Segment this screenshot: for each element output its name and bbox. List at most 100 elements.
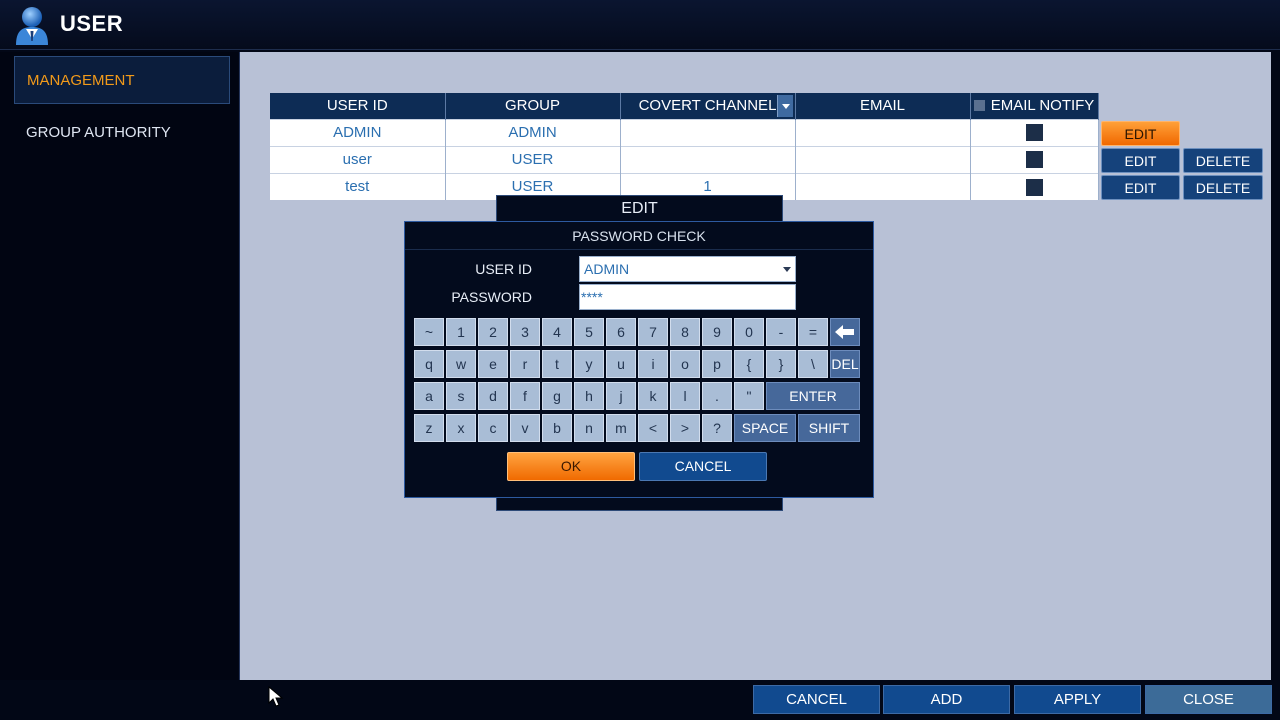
cell-email-notify [970, 118, 1099, 146]
key[interactable]: . [702, 382, 732, 410]
table-row[interactable]: ADMIN ADMIN [270, 118, 1099, 146]
column-header-covert-channel: COVERT CHANNEL [620, 93, 796, 119]
key[interactable]: o [670, 350, 700, 378]
key[interactable]: s [446, 382, 476, 410]
space-key[interactable]: SPACE [734, 414, 796, 442]
key[interactable]: y [574, 350, 604, 378]
key[interactable]: a [414, 382, 444, 410]
email-notify-checkbox[interactable] [1025, 151, 1043, 169]
key[interactable]: m [606, 414, 636, 442]
key[interactable]: ? [702, 414, 732, 442]
enter-key[interactable]: ENTER [766, 382, 860, 410]
key[interactable]: i [638, 350, 668, 378]
key[interactable]: f [510, 382, 540, 410]
edit-button-admin[interactable]: EDIT [1101, 121, 1180, 146]
cell-user-id: user [270, 145, 446, 173]
password-label: PASSWORD [451, 289, 532, 305]
cell-covert-channel [620, 118, 796, 146]
backspace-arrow-icon [835, 325, 854, 339]
key[interactable]: > [670, 414, 700, 442]
key[interactable]: " [734, 382, 764, 410]
del-key[interactable]: DEL [830, 350, 860, 378]
key[interactable]: l [670, 382, 700, 410]
key[interactable]: b [542, 414, 572, 442]
cell-email [795, 145, 971, 173]
backspace-key[interactable] [830, 318, 860, 346]
sidebar: MANAGEMENT GROUP AUTHORITY [0, 52, 238, 680]
cell-user-id: ADMIN [270, 118, 446, 146]
key[interactable]: { [734, 350, 764, 378]
key[interactable]: p [702, 350, 732, 378]
key[interactable]: u [606, 350, 636, 378]
edit-button-test[interactable]: EDIT [1101, 175, 1180, 200]
key[interactable]: < [638, 414, 668, 442]
email-notify-checkbox[interactable] [1025, 178, 1043, 196]
key[interactable]: \ [798, 350, 828, 378]
key[interactable]: 1 [446, 318, 476, 346]
key[interactable]: 7 [638, 318, 668, 346]
mouse-pointer-icon [268, 686, 284, 707]
key[interactable]: 5 [574, 318, 604, 346]
column-header-email-notify: EMAIL NOTIFY [970, 93, 1099, 119]
column-header-email: EMAIL [795, 93, 971, 119]
ok-button[interactable]: OK [507, 452, 635, 481]
key[interactable]: 4 [542, 318, 572, 346]
password-dialog-title: PASSWORD CHECK [405, 222, 873, 250]
table-row[interactable]: user USER [270, 145, 1099, 173]
cell-email-notify [970, 172, 1099, 200]
key[interactable]: w [446, 350, 476, 378]
key[interactable]: h [574, 382, 604, 410]
dialog-cancel-button[interactable]: CANCEL [639, 452, 767, 481]
key[interactable]: 8 [670, 318, 700, 346]
column-header-user-id: USER ID [270, 93, 446, 119]
key[interactable]: k [638, 382, 668, 410]
key[interactable]: 2 [478, 318, 508, 346]
column-header-email-notify-label: EMAIL NOTIFY [990, 97, 1095, 115]
key[interactable]: 3 [510, 318, 540, 346]
email-notify-all-checkbox[interactable] [973, 100, 985, 112]
key[interactable]: 6 [606, 318, 636, 346]
key[interactable]: r [510, 350, 540, 378]
key[interactable]: x [446, 414, 476, 442]
apply-button[interactable]: APPLY [1014, 685, 1141, 714]
cell-email [795, 118, 971, 146]
cell-covert-channel [620, 145, 796, 173]
key[interactable]: - [766, 318, 796, 346]
key[interactable]: c [478, 414, 508, 442]
delete-button-test[interactable]: DELETE [1183, 175, 1263, 200]
key[interactable]: j [606, 382, 636, 410]
edit-button-user[interactable]: EDIT [1101, 148, 1180, 173]
user-icon [16, 7, 48, 45]
email-notify-checkbox[interactable] [1025, 124, 1043, 142]
key[interactable]: q [414, 350, 444, 378]
key[interactable]: g [542, 382, 572, 410]
cell-email-notify [970, 145, 1099, 173]
key[interactable]: n [574, 414, 604, 442]
key[interactable]: 0 [734, 318, 764, 346]
sidebar-item-management[interactable]: MANAGEMENT [14, 56, 230, 104]
key[interactable]: t [542, 350, 572, 378]
close-button[interactable]: CLOSE [1145, 685, 1272, 714]
user-table: USER ID GROUP COVERT CHANNEL EMAIL EMAIL… [270, 93, 1099, 200]
add-button[interactable]: ADD [883, 685, 1010, 714]
user-id-select[interactable]: ADMIN [579, 256, 796, 282]
key[interactable]: e [478, 350, 508, 378]
key[interactable]: 9 [702, 318, 732, 346]
key[interactable]: ~ [414, 318, 444, 346]
title-bar: USER [0, 0, 1280, 50]
cancel-button[interactable]: CANCEL [753, 685, 880, 714]
delete-button-user[interactable]: DELETE [1183, 148, 1263, 173]
key[interactable]: d [478, 382, 508, 410]
key[interactable]: } [766, 350, 796, 378]
key[interactable]: = [798, 318, 828, 346]
password-check-dialog: PASSWORD CHECK USER ID ADMIN PASSWORD **… [404, 221, 874, 498]
user-id-value: ADMIN [584, 261, 630, 277]
key[interactable]: v [510, 414, 540, 442]
cell-group: ADMIN [445, 118, 621, 146]
password-field[interactable]: **** [579, 284, 796, 310]
sidebar-item-group-authority[interactable]: GROUP AUTHORITY [14, 109, 230, 157]
page-title: USER [60, 11, 124, 36]
key[interactable]: z [414, 414, 444, 442]
shift-key[interactable]: SHIFT [798, 414, 860, 442]
covert-channel-dropdown-button[interactable] [776, 95, 793, 117]
